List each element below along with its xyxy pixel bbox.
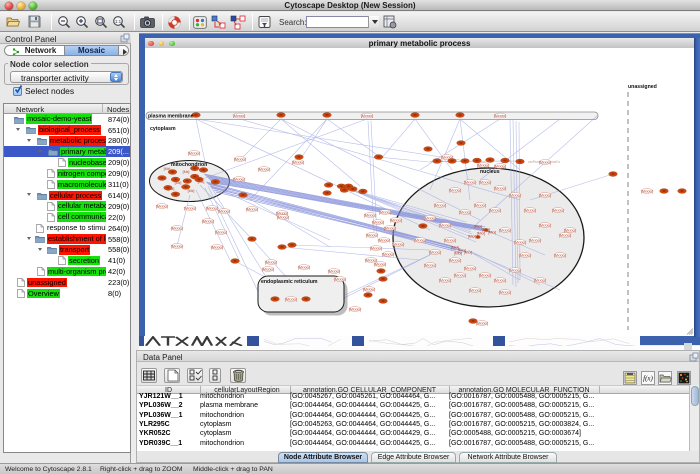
svg-text:[Mxxxx]: [Mxxxx] bbox=[469, 288, 481, 292]
svg-text:[Mxxxx]: [Mxxxx] bbox=[262, 267, 274, 271]
svg-text:[Mxxxx]: [Mxxxx] bbox=[564, 228, 576, 232]
svg-text:[Mxxxx]: [Mxxxx] bbox=[382, 252, 394, 256]
svg-text:[Mxxxx]: [Mxxxx] bbox=[414, 238, 426, 242]
svg-text:[Mxxxx]: [Mxxxx] bbox=[439, 278, 451, 282]
svg-text:[Mxxxx]: [Mxxxx] bbox=[188, 151, 200, 155]
svg-text:[Mxxxx]: [Mxxxx] bbox=[509, 268, 521, 272]
svg-text:[Mxxxx]: [Mxxxx] bbox=[559, 233, 571, 237]
svg-text:[Mxxxx]: [Mxxxx] bbox=[499, 228, 511, 232]
svg-text:[Mxxxx]: [Mxxxx] bbox=[364, 213, 376, 217]
svg-text:[Mxxxx]: [Mxxxx] bbox=[184, 206, 196, 210]
svg-text:[Mxxxx]: [Mxxxx] bbox=[370, 246, 382, 250]
svg-text:[Mxxxx]: [Mxxxx] bbox=[429, 250, 441, 254]
svg-text:[Mxxxx]: [Mxxxx] bbox=[524, 208, 536, 212]
svg-text:[Mxxxx]: [Mxxxx] bbox=[285, 297, 297, 301]
svg-text:[Mxxxx]: [Mxxxx] bbox=[539, 160, 551, 164]
svg-text:[Mxxxx]: [Mxxxx] bbox=[476, 321, 488, 325]
svg-text:[Mxxxx]: [Mxxxx] bbox=[529, 238, 541, 242]
svg-text:1:1: 1:1 bbox=[115, 19, 122, 24]
svg-text:[Mxxxx]: [Mxxxx] bbox=[641, 189, 653, 193]
svg-text:[Mxxxx]: [Mxxxx] bbox=[479, 273, 491, 277]
svg-text:[Mxxxx]: [Mxxxx] bbox=[494, 164, 506, 168]
svg-text:[Mxxxx]: [Mxxxx] bbox=[277, 215, 289, 219]
svg-text:[Mxxxx]: [Mxxxx] bbox=[464, 266, 476, 270]
svg-text:[Mxxxx]: [Mxxxx] bbox=[554, 253, 566, 257]
svg-text:[Mxxxx]: [Mxxxx] bbox=[464, 180, 476, 184]
svg-text:[Mxxxx]: [Mxxxx] bbox=[519, 253, 531, 257]
svg-text:[Mxx]: [Mxx] bbox=[468, 234, 477, 238]
svg-text:[Mxxxx]: [Mxxxx] bbox=[494, 114, 506, 118]
svg-text:[Mxxxx]: [Mxxxx] bbox=[334, 277, 346, 281]
svg-text:[Mx]: [Mx] bbox=[183, 170, 190, 174]
svg-text:nucleus: nucleus bbox=[480, 169, 500, 175]
svg-text:[Mxxxx]: [Mxxxx] bbox=[494, 278, 506, 282]
svg-text:[Mxxxx]: [Mxxxx] bbox=[424, 263, 436, 267]
svg-text:[Mxx]: [Mxx] bbox=[477, 231, 486, 235]
svg-text:[Mxxxx]: [Mxxxx] bbox=[234, 157, 246, 161]
svg-text:plasma membrane: plasma membrane bbox=[148, 114, 194, 120]
svg-text:endoplasmic reticulum: endoplasmic reticulum bbox=[261, 279, 318, 285]
svg-text:[Mxxxx]: [Mxxxx] bbox=[265, 260, 277, 264]
svg-text:[Mxxxx]: [Mxxxx] bbox=[374, 262, 386, 266]
svg-text:[Mx]: [Mx] bbox=[188, 189, 195, 193]
svg-text:[Mxxxx]: [Mxxxx] bbox=[539, 193, 551, 197]
svg-text:[Mxxxx]: [Mxxxx] bbox=[292, 160, 304, 164]
svg-text:[Mxx]: [Mxx] bbox=[464, 250, 473, 254]
svg-text:[Mxxxx]: [Mxxxx] bbox=[258, 167, 270, 171]
svg-text:[Mxxxx]: [Mxxxx] bbox=[233, 114, 245, 118]
svg-text:[Mxxxx]: [Mxxxx] bbox=[552, 208, 564, 212]
svg-text:[Mxxxx]: [Mxxxx] bbox=[454, 273, 466, 277]
svg-text:[Mxxxx]: [Mxxxx] bbox=[392, 242, 404, 246]
svg-text:[Mxxxx]: [Mxxxx] bbox=[424, 216, 436, 220]
svg-text:[Mxxxx]: [Mxxxx] bbox=[449, 258, 461, 262]
svg-text:[Mxx]: [Mxx] bbox=[454, 251, 463, 255]
svg-text:unassigned: unassigned bbox=[628, 84, 657, 90]
svg-text:[Mxxxx]: [Mxxxx] bbox=[378, 238, 390, 242]
svg-text:[Mxxxx]: [Mxxxx] bbox=[494, 186, 506, 190]
svg-text:[Mxxxx]: [Mxxxx] bbox=[218, 209, 230, 213]
svg-text:[Mxxxx]: [Mxxxx] bbox=[479, 180, 491, 184]
svg-text:[Mxxxx]: [Mxxxx] bbox=[384, 226, 396, 230]
svg-text:[Mxxxx]: [Mxxxx] bbox=[444, 238, 456, 242]
svg-text:[Mxxxx]: [Mxxxx] bbox=[489, 208, 501, 212]
svg-text:[Mxxxx]: [Mxxxx] bbox=[366, 233, 378, 237]
svg-text:[Mxxxx]: [Mxxxx] bbox=[215, 230, 227, 234]
svg-text:[Mxxxx]: [Mxxxx] bbox=[439, 223, 451, 227]
svg-text:[Mxxxx]: [Mxxxx] bbox=[539, 223, 551, 227]
svg-text:cytoplasm: cytoplasm bbox=[150, 126, 176, 132]
svg-text:[Mxxxx]: [Mxxxx] bbox=[379, 210, 391, 214]
svg-text:[Mxxxx]: [Mxxxx] bbox=[361, 114, 373, 118]
svg-text:[Mxxxx]: [Mxxxx] bbox=[298, 265, 310, 269]
svg-text:[Mxxxx]: [Mxxxx] bbox=[202, 219, 214, 223]
svg-text:[Mxxxx]: [Mxxxx] bbox=[477, 163, 489, 167]
svg-text:[Mxxxx]: [Mxxxx] bbox=[363, 287, 375, 291]
svg-text:[Mxxxx]: [Mxxxx] bbox=[390, 218, 402, 222]
svg-text:[Mxx]: [Mxx] bbox=[488, 230, 497, 234]
svg-text:f(x): f(x) bbox=[643, 375, 653, 383]
svg-text:[Mxxxx]: [Mxxxx] bbox=[349, 307, 361, 311]
svg-text:[Mxxxx]: [Mxxxx] bbox=[211, 245, 223, 249]
svg-text:[Mxxxx]: [Mxxxx] bbox=[449, 188, 461, 192]
svg-text:[Mxxxx]: [Mxxxx] bbox=[514, 240, 526, 244]
svg-text:[Mxxxx]: [Mxxxx] bbox=[372, 220, 384, 224]
svg-text:[Mxxxx]: [Mxxxx] bbox=[246, 207, 258, 211]
svg-text:[Mxxxx]: [Mxxxx] bbox=[206, 206, 218, 210]
svg-text:[Mxxxx]: [Mxxxx] bbox=[499, 290, 511, 294]
svg-text:mitochondrion: mitochondrion bbox=[171, 162, 207, 168]
svg-text:[Mxxxx]: [Mxxxx] bbox=[434, 203, 446, 207]
svg-text:[Mxxxx]: [Mxxxx] bbox=[171, 226, 183, 230]
svg-text:[Mxxxx]: [Mxxxx] bbox=[534, 278, 546, 282]
svg-text:[Mxxxx]: [Mxxxx] bbox=[459, 210, 471, 214]
svg-text:[Mxxxx]: [Mxxxx] bbox=[156, 204, 168, 208]
svg-text:[Mxxxx]: [Mxxxx] bbox=[474, 203, 486, 207]
svg-text:[Mxxxx]: [Mxxxx] bbox=[171, 244, 183, 248]
svg-text:[Mxxxx]: [Mxxxx] bbox=[233, 177, 245, 181]
svg-text:[Mxxxx]: [Mxxxx] bbox=[328, 269, 340, 273]
svg-text:[Mxxxx]: [Mxxxx] bbox=[509, 193, 521, 197]
